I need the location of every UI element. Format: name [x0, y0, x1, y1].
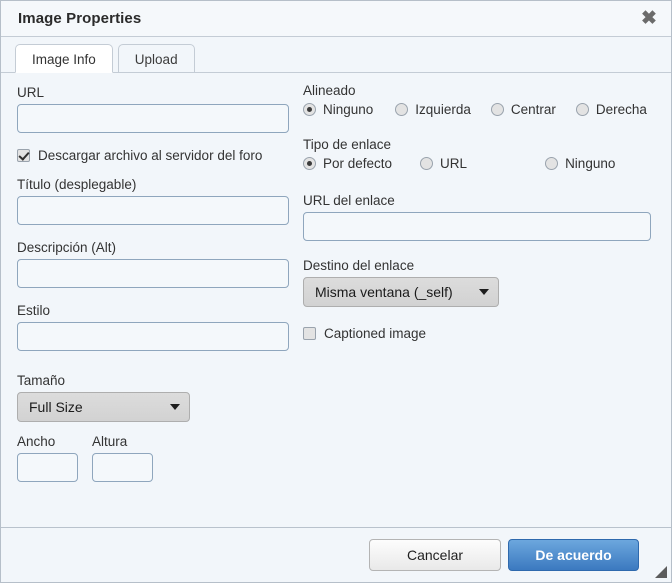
url-input[interactable]: [17, 104, 289, 133]
url-label: URL: [17, 85, 45, 100]
captioned-image-checkbox[interactable]: [303, 327, 316, 340]
link-type-label-por-defecto: Por defecto: [323, 156, 393, 171]
width-input[interactable]: [17, 453, 78, 482]
description-label: Descripción (Alt): [17, 240, 117, 255]
align-radio-row: Ninguno Izquierda Centrar Derecha: [303, 102, 651, 117]
link-target-select[interactable]: Misma ventana (_self): [303, 277, 499, 307]
align-option-derecha[interactable]: Derecha: [575, 102, 647, 117]
link-type-radio-ninguno[interactable]: [545, 157, 559, 170]
upload-to-server-label: Descargar archivo al servidor del foro: [38, 148, 263, 163]
url-field-group: URL: [17, 85, 289, 133]
dialog-title: Image Properties: [18, 10, 142, 27]
dialog-titlebar: Image Properties ✖: [1, 1, 671, 37]
align-label-ninguno: Ninguno: [323, 102, 374, 117]
size-select[interactable]: Full Size: [17, 392, 190, 422]
align-radio-ninguno[interactable]: [303, 103, 316, 116]
tab-strip: Image Info Upload: [1, 37, 671, 73]
chevron-down-icon: [479, 289, 489, 295]
width-label: Ancho: [17, 434, 56, 449]
size-select-value: Full Size: [29, 399, 83, 415]
ok-button[interactable]: De acuerdo: [508, 539, 639, 571]
align-label-centrar: Centrar: [510, 102, 556, 117]
height-input[interactable]: [92, 453, 153, 482]
link-type-radio-url[interactable]: [420, 157, 434, 170]
title-field-group: Título (desplegable): [17, 177, 289, 225]
chevron-down-icon: [170, 404, 180, 410]
link-type-label-url: URL: [440, 156, 468, 171]
align-label-izquierda: Izquierda: [415, 102, 471, 117]
link-target-select-value: Misma ventana (_self): [315, 284, 453, 300]
link-type-radio-por-defecto[interactable]: [303, 157, 316, 170]
link-url-label: URL del enlace: [303, 193, 395, 208]
style-label: Estilo: [17, 303, 51, 318]
resize-grip-icon[interactable]: [655, 566, 667, 578]
style-input[interactable]: [17, 322, 289, 351]
dimensions-group: Ancho Altura: [17, 434, 289, 482]
dialog-footer: Cancelar De acuerdo: [1, 527, 671, 582]
cancel-button[interactable]: Cancelar: [369, 539, 501, 571]
align-radio-centrar[interactable]: [490, 103, 504, 116]
description-field-group: Descripción (Alt): [17, 240, 289, 288]
link-type-option-por-defecto[interactable]: Por defecto: [303, 156, 392, 171]
title-input[interactable]: [17, 196, 289, 225]
size-label: Tamaño: [17, 373, 66, 388]
height-label: Altura: [92, 434, 128, 449]
left-column: URL Descargar archivo al servidor del fo…: [17, 85, 289, 482]
title-label: Título (desplegable): [17, 177, 137, 192]
align-option-izquierda[interactable]: Izquierda: [395, 102, 471, 117]
tab-image-info[interactable]: Image Info: [15, 44, 113, 73]
align-option-centrar[interactable]: Centrar: [490, 102, 556, 117]
link-url-group: URL del enlace: [303, 193, 651, 241]
align-option-ninguno[interactable]: Ninguno: [303, 102, 373, 117]
close-icon[interactable]: ✖: [638, 8, 660, 30]
captioned-image-checkbox-row[interactable]: Captioned image: [303, 326, 651, 341]
upload-to-server-checkbox-row[interactable]: Descargar archivo al servidor del foro: [17, 148, 289, 163]
description-input[interactable]: [17, 259, 289, 288]
align-label: Alineado: [303, 83, 356, 98]
align-radio-izquierda[interactable]: [395, 103, 409, 116]
link-target-label: Destino del enlace: [303, 258, 415, 273]
right-column: Alineado Ninguno Izquierda Centrar Derec…: [303, 83, 651, 355]
link-type-group: Tipo de enlace Por defecto URL Ninguno: [303, 137, 651, 171]
align-radio-derecha[interactable]: [575, 103, 589, 116]
link-type-label-ninguno: Ninguno: [565, 156, 616, 171]
height-field-group: Altura: [92, 434, 153, 482]
link-type-radio-row: Por defecto URL Ninguno: [303, 156, 651, 171]
link-target-group: Destino del enlace Misma ventana (_self): [303, 258, 651, 307]
tab-image-info-label: Image Info: [32, 52, 96, 67]
align-group: Alineado Ninguno Izquierda Centrar Derec…: [303, 83, 651, 117]
size-field-group: Tamaño Full Size: [17, 373, 289, 422]
tab-upload[interactable]: Upload: [117, 44, 195, 73]
tab-upload-label: Upload: [134, 52, 178, 67]
image-properties-dialog: Image Properties ✖ Image Info Upload URL…: [0, 0, 672, 583]
align-label-derecha: Derecha: [595, 102, 647, 117]
upload-to-server-checkbox[interactable]: [17, 149, 30, 162]
captioned-image-label: Captioned image: [324, 326, 427, 341]
width-field-group: Ancho: [17, 434, 78, 482]
link-type-option-ninguno[interactable]: Ninguno: [545, 156, 615, 171]
link-type-label: Tipo de enlace: [303, 137, 392, 152]
style-field-group: Estilo: [17, 303, 289, 351]
link-type-option-url[interactable]: URL: [420, 156, 467, 171]
dialog-content: URL Descargar archivo al servidor del fo…: [1, 73, 671, 527]
link-url-input[interactable]: [303, 212, 651, 241]
